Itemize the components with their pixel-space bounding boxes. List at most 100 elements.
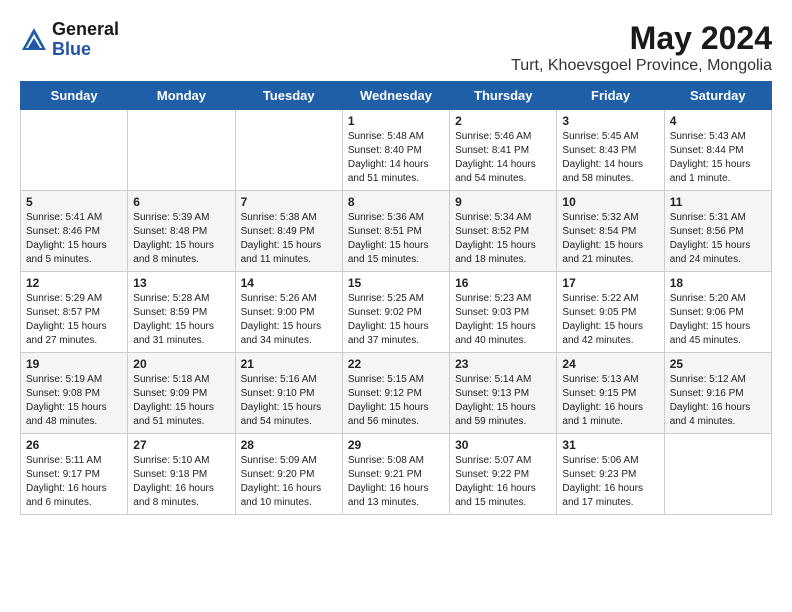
calendar-cell [235, 110, 342, 191]
day-info: Sunrise: 5:36 AM Sunset: 8:51 PM Dayligh… [348, 211, 444, 267]
weekday-header-wednesday: Wednesday [342, 82, 449, 110]
calendar-cell: 28Sunrise: 5:09 AM Sunset: 9:20 PM Dayli… [235, 434, 342, 515]
day-info: Sunrise: 5:09 AM Sunset: 9:20 PM Dayligh… [241, 454, 337, 510]
month-year-title: May 2024 [511, 20, 772, 57]
logo-blue: Blue [52, 40, 119, 60]
calendar-cell: 19Sunrise: 5:19 AM Sunset: 9:08 PM Dayli… [21, 353, 128, 434]
day-number: 11 [670, 195, 766, 209]
day-info: Sunrise: 5:41 AM Sunset: 8:46 PM Dayligh… [26, 211, 122, 267]
weekday-header-row: SundayMondayTuesdayWednesdayThursdayFrid… [21, 82, 772, 110]
day-info: Sunrise: 5:26 AM Sunset: 9:00 PM Dayligh… [241, 292, 337, 348]
calendar-cell: 21 Sunrise: 5:16 AM Sunset: 9:10 PM Dayli… [235, 353, 342, 434]
day-info: Sunrise: 5:18 AM Sunset: 9:09 PM Dayligh… [133, 373, 229, 429]
day-number: 2 [455, 114, 551, 128]
calendar-week-row: 5 Sunrise: 5:41 AM Sunset: 8:46 PM Daylig… [21, 191, 772, 272]
day-number: 21 [241, 357, 337, 371]
calendar-table: SundayMondayTuesdayWednesdayThursdayFrid… [20, 81, 772, 515]
day-number: 25 [670, 357, 766, 371]
calendar-cell: 14 Sunrise: 5:26 AM Sunset: 9:00 PM Dayli… [235, 272, 342, 353]
calendar-cell: 30 Sunrise: 5:07 AM Sunset: 9:22 PM Dayli… [450, 434, 557, 515]
day-number: 10 [562, 195, 658, 209]
weekday-header-friday: Friday [557, 82, 664, 110]
calendar-cell: 18 Sunrise: 5:20 AM Sunset: 9:06 PM Dayli… [664, 272, 771, 353]
weekday-header-thursday: Thursday [450, 82, 557, 110]
day-info: Sunrise: 5:14 AM Sunset: 9:13 PM Dayligh… [455, 373, 551, 429]
calendar-cell: 5 Sunrise: 5:41 AM Sunset: 8:46 PM Daylig… [21, 191, 128, 272]
day-number: 26 [26, 438, 122, 452]
day-number: 16 [455, 276, 551, 290]
day-info: Sunrise: 5:34 AM Sunset: 8:52 PM Dayligh… [455, 211, 551, 267]
title-section: May 2024 Turt, Khoevsgoel Province, Mong… [511, 20, 772, 75]
logo-icon [20, 26, 48, 54]
day-number: 20 [133, 357, 229, 371]
day-info: Sunrise: 5:20 AM Sunset: 9:06 PM Dayligh… [670, 292, 766, 348]
weekday-header-monday: Monday [128, 82, 235, 110]
calendar-cell: 6Sunrise: 5:39 AM Sunset: 8:48 PM Daylig… [128, 191, 235, 272]
calendar-cell: 22 Sunrise: 5:15 AM Sunset: 9:12 PM Dayli… [342, 353, 449, 434]
day-number: 13 [133, 276, 229, 290]
calendar-cell: 29Sunrise: 5:08 AM Sunset: 9:21 PM Dayli… [342, 434, 449, 515]
day-number: 22 [348, 357, 444, 371]
day-number: 18 [670, 276, 766, 290]
day-number: 7 [241, 195, 337, 209]
day-info: Sunrise: 5:48 AM Sunset: 8:40 PM Dayligh… [348, 130, 444, 186]
calendar-cell: 17 Sunrise: 5:22 AM Sunset: 9:05 PM Dayli… [557, 272, 664, 353]
calendar-week-row: 26 Sunrise: 5:11 AM Sunset: 9:17 PM Dayli… [21, 434, 772, 515]
day-info: Sunrise: 5:43 AM Sunset: 8:44 PM Dayligh… [670, 130, 766, 186]
day-number: 4 [670, 114, 766, 128]
day-info: Sunrise: 5:29 AM Sunset: 8:57 PM Dayligh… [26, 292, 122, 348]
day-number: 27 [133, 438, 229, 452]
calendar-header: SundayMondayTuesdayWednesdayThursdayFrid… [21, 82, 772, 110]
logo: General Blue [20, 20, 119, 60]
calendar-week-row: 1 Sunrise: 5:48 AM Sunset: 8:40 PM Daylig… [21, 110, 772, 191]
day-number: 5 [26, 195, 122, 209]
calendar-cell: 15Sunrise: 5:25 AM Sunset: 9:02 PM Dayli… [342, 272, 449, 353]
day-number: 14 [241, 276, 337, 290]
day-info: Sunrise: 5:12 AM Sunset: 9:16 PM Dayligh… [670, 373, 766, 429]
logo-general: General [52, 20, 119, 40]
calendar-cell [664, 434, 771, 515]
calendar-cell: 26 Sunrise: 5:11 AM Sunset: 9:17 PM Dayli… [21, 434, 128, 515]
day-info: Sunrise: 5:10 AM Sunset: 9:18 PM Dayligh… [133, 454, 229, 510]
day-info: Sunrise: 5:11 AM Sunset: 9:17 PM Dayligh… [26, 454, 122, 510]
calendar-cell: 7 Sunrise: 5:38 AM Sunset: 8:49 PM Daylig… [235, 191, 342, 272]
calendar-cell: 27 Sunrise: 5:10 AM Sunset: 9:18 PM Dayli… [128, 434, 235, 515]
day-number: 30 [455, 438, 551, 452]
location-subtitle: Turt, Khoevsgoel Province, Mongolia [511, 57, 772, 75]
day-number: 17 [562, 276, 658, 290]
calendar-cell: 4 Sunrise: 5:43 AM Sunset: 8:44 PM Daylig… [664, 110, 771, 191]
day-info: Sunrise: 5:07 AM Sunset: 9:22 PM Dayligh… [455, 454, 551, 510]
day-info: Sunrise: 5:13 AM Sunset: 9:15 PM Dayligh… [562, 373, 658, 429]
day-info: Sunrise: 5:38 AM Sunset: 8:49 PM Dayligh… [241, 211, 337, 267]
page-header: General Blue May 2024 Turt, Khoevsgoel P… [20, 20, 772, 75]
day-info: Sunrise: 5:23 AM Sunset: 9:03 PM Dayligh… [455, 292, 551, 348]
day-info: Sunrise: 5:06 AM Sunset: 9:23 PM Dayligh… [562, 454, 658, 510]
day-number: 8 [348, 195, 444, 209]
calendar-cell: 1 Sunrise: 5:48 AM Sunset: 8:40 PM Daylig… [342, 110, 449, 191]
calendar-cell: 8 Sunrise: 5:36 AM Sunset: 8:51 PM Daylig… [342, 191, 449, 272]
day-number: 23 [455, 357, 551, 371]
calendar-cell: 25 Sunrise: 5:12 AM Sunset: 9:16 PM Dayli… [664, 353, 771, 434]
calendar-cell: 12 Sunrise: 5:29 AM Sunset: 8:57 PM Dayli… [21, 272, 128, 353]
weekday-header-sunday: Sunday [21, 82, 128, 110]
calendar-cell: 20 Sunrise: 5:18 AM Sunset: 9:09 PM Dayli… [128, 353, 235, 434]
day-info: Sunrise: 5:39 AM Sunset: 8:48 PM Dayligh… [133, 211, 229, 267]
day-number: 24 [562, 357, 658, 371]
day-info: Sunrise: 5:15 AM Sunset: 9:12 PM Dayligh… [348, 373, 444, 429]
calendar-week-row: 12 Sunrise: 5:29 AM Sunset: 8:57 PM Dayli… [21, 272, 772, 353]
calendar-cell: 31 Sunrise: 5:06 AM Sunset: 9:23 PM Dayli… [557, 434, 664, 515]
logo-text: General Blue [52, 20, 119, 60]
day-info: Sunrise: 5:16 AM Sunset: 9:10 PM Dayligh… [241, 373, 337, 429]
day-number: 3 [562, 114, 658, 128]
day-number: 31 [562, 438, 658, 452]
day-number: 1 [348, 114, 444, 128]
day-info: Sunrise: 5:22 AM Sunset: 9:05 PM Dayligh… [562, 292, 658, 348]
calendar-cell: 16 Sunrise: 5:23 AM Sunset: 9:03 PM Dayli… [450, 272, 557, 353]
calendar-cell [21, 110, 128, 191]
day-number: 19 [26, 357, 122, 371]
day-number: 12 [26, 276, 122, 290]
calendar-week-row: 19Sunrise: 5:19 AM Sunset: 9:08 PM Dayli… [21, 353, 772, 434]
weekday-header-tuesday: Tuesday [235, 82, 342, 110]
calendar-cell: 2Sunrise: 5:46 AM Sunset: 8:41 PM Daylig… [450, 110, 557, 191]
day-number: 9 [455, 195, 551, 209]
